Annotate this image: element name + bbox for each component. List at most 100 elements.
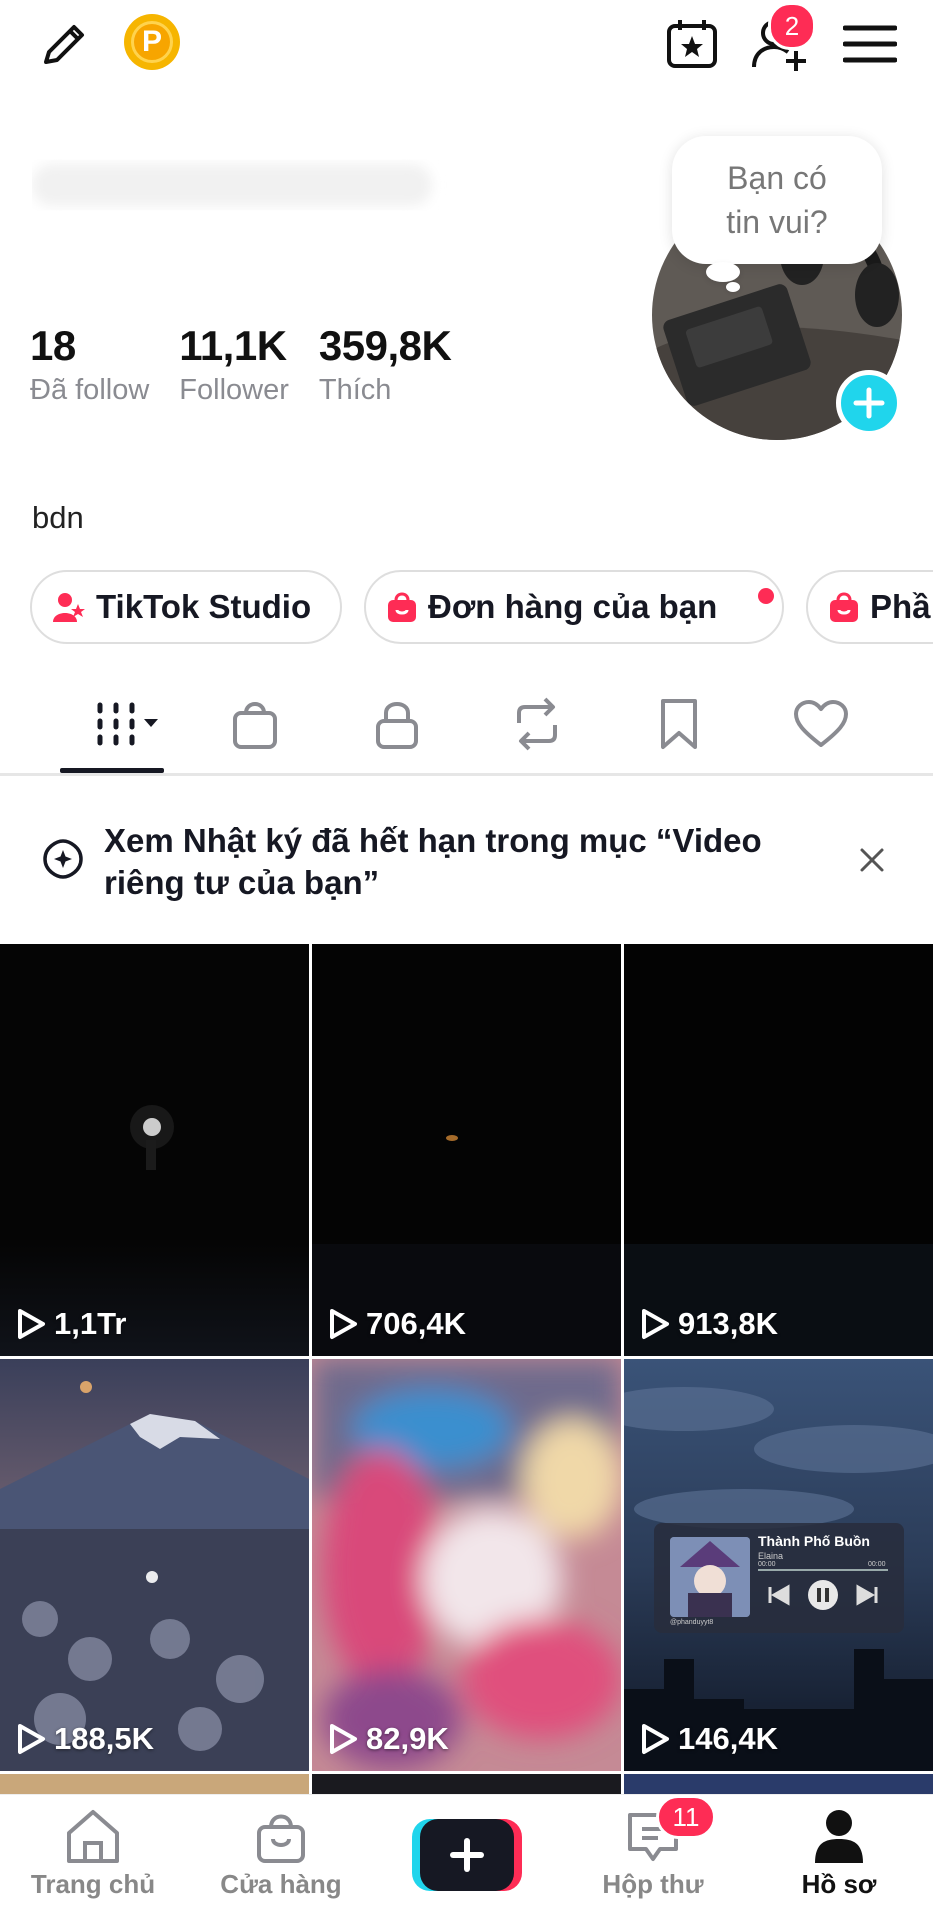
view-count: 188,5K bbox=[16, 1721, 154, 1757]
video-grid: 1,1Tr 706,4K 913,8K 188,5K 82,9K Thành P… bbox=[0, 944, 933, 1794]
stat-likes-label: Thích bbox=[318, 374, 392, 406]
friends-badge: 2 bbox=[768, 2, 816, 50]
nav-profile[interactable]: Hồ sơ bbox=[754, 1807, 924, 1900]
shop-bag-icon bbox=[233, 702, 277, 749]
video-tile[interactable]: 913,8K bbox=[624, 944, 933, 1356]
create-button[interactable] bbox=[412, 1819, 522, 1891]
view-count-text: 188,5K bbox=[54, 1721, 154, 1756]
close-icon[interactable] bbox=[852, 840, 892, 880]
stat-following[interactable]: 18 Đã follow bbox=[30, 322, 149, 407]
active-tab-underline bbox=[60, 768, 164, 773]
grid-bars-icon bbox=[97, 702, 158, 746]
stat-followers-value: 11,1K bbox=[179, 322, 287, 369]
edit-pencil-icon[interactable] bbox=[34, 14, 94, 74]
music-handle: @phanduyyt8 bbox=[670, 1619, 714, 1626]
chip-more[interactable]: Phầ bbox=[806, 570, 933, 644]
bubble-line2: tin vui? bbox=[726, 204, 828, 240]
video-tile[interactable]: 188,5K bbox=[0, 1359, 309, 1771]
nav-inbox-label: Hộp thư bbox=[602, 1869, 704, 1899]
heart-icon bbox=[794, 700, 848, 747]
video-tile[interactable]: Thành Phố Buồn Elaina 00:00 00:00 @phand… bbox=[624, 1359, 933, 1771]
chip-orders-label: Đơn hàng của bạn bbox=[428, 588, 718, 625]
view-count: 913,8K bbox=[640, 1306, 778, 1342]
stat-followers[interactable]: 11,1K Follower bbox=[179, 322, 289, 407]
shopping-bag-icon bbox=[830, 592, 858, 622]
menu-icon[interactable] bbox=[838, 14, 902, 74]
sparkle-icon bbox=[40, 836, 86, 882]
bio-text: bdn bbox=[32, 500, 84, 535]
profile-name-blurred bbox=[32, 150, 452, 220]
music-progress bbox=[758, 1569, 888, 1571]
status-bubble[interactable]: Bạn có tin vui? bbox=[672, 136, 882, 264]
tab-private[interactable] bbox=[362, 694, 432, 754]
coin-letter: P bbox=[131, 21, 173, 63]
home-icon bbox=[67, 1810, 119, 1863]
nav-shop-label: Cửa hàng bbox=[220, 1869, 342, 1899]
music-time-start: 00:00 bbox=[758, 1561, 776, 1568]
music-controls-icon bbox=[768, 1580, 878, 1610]
bubble-line1: Bạn có bbox=[727, 160, 827, 196]
play-icon bbox=[18, 1309, 45, 1339]
chip-tiktok-studio[interactable]: TikTok Studio bbox=[30, 570, 342, 644]
coin-icon[interactable]: P bbox=[124, 14, 180, 70]
chip-orders-dot bbox=[758, 588, 774, 604]
stat-likes[interactable]: 359,8K Thích bbox=[318, 322, 452, 407]
view-count-text: 1,1Tr bbox=[54, 1306, 127, 1341]
tab-liked[interactable] bbox=[786, 694, 856, 754]
video-tile[interactable]: 82,9K bbox=[312, 1359, 621, 1771]
view-count-text: 706,4K bbox=[366, 1306, 466, 1341]
nav-shop[interactable]: Cửa hàng bbox=[196, 1807, 366, 1900]
music-artist: Elaina bbox=[758, 1551, 784, 1561]
view-count-text: 82,9K bbox=[366, 1721, 449, 1756]
create-plus-icon bbox=[412, 1819, 522, 1891]
profile-stats: 18 Đã follow 11,1K Follower 359,8K Thích bbox=[30, 322, 452, 407]
stat-followers-label: Follower bbox=[179, 374, 289, 406]
tab-shop[interactable] bbox=[220, 694, 290, 754]
studio-icon bbox=[53, 593, 85, 622]
view-count: 1,1Tr bbox=[16, 1306, 126, 1342]
video-tile[interactable]: 706,4K bbox=[312, 944, 621, 1356]
repost-icon bbox=[517, 697, 557, 751]
video-tile[interactable] bbox=[0, 1774, 309, 1794]
calendar-star-icon[interactable] bbox=[660, 12, 724, 76]
inbox-badge: 11 bbox=[656, 1795, 716, 1839]
notice-text: Xem Nhật ký đã hết hạn trong mục “Video … bbox=[104, 822, 762, 901]
tab-videos[interactable] bbox=[70, 694, 170, 754]
stat-likes-value: 359,8K bbox=[318, 322, 452, 369]
view-count-text: 913,8K bbox=[678, 1306, 778, 1341]
play-icon bbox=[642, 1309, 669, 1339]
music-title: Thành Phố Buồn bbox=[758, 1533, 870, 1549]
view-count: 706,4K bbox=[328, 1306, 466, 1342]
view-count-text: 146,4K bbox=[678, 1721, 778, 1756]
bookmark-icon bbox=[661, 699, 697, 749]
video-tile[interactable] bbox=[624, 1774, 933, 1794]
shop-bag-icon bbox=[257, 1814, 305, 1863]
bottom-nav: Trang chủ Cửa hàng Hộp thư 11 Hồ sơ bbox=[0, 1794, 933, 1920]
tab-reposts[interactable] bbox=[502, 694, 572, 754]
nav-home[interactable]: Trang chủ bbox=[8, 1807, 178, 1900]
play-icon bbox=[330, 1724, 357, 1754]
chip-orders[interactable]: Đơn hàng của bạn bbox=[364, 570, 784, 644]
album-art bbox=[670, 1537, 750, 1617]
add-avatar-plus-icon[interactable] bbox=[836, 370, 902, 436]
nav-profile-label: Hồ sơ bbox=[801, 1869, 877, 1899]
play-icon bbox=[330, 1309, 357, 1339]
tab-favorites[interactable] bbox=[644, 694, 714, 754]
chip-tiktok-studio-label: TikTok Studio bbox=[96, 588, 312, 625]
nav-home-label: Trang chủ bbox=[30, 1869, 156, 1899]
play-icon bbox=[642, 1724, 669, 1754]
view-count: 82,9K bbox=[328, 1721, 449, 1757]
shopping-bag-icon bbox=[388, 592, 416, 622]
video-tile[interactable]: 1,1Tr bbox=[0, 944, 309, 1356]
stat-following-label: Đã follow bbox=[30, 374, 150, 406]
play-icon bbox=[18, 1724, 45, 1754]
bubble-tail-small bbox=[726, 282, 740, 292]
lock-icon bbox=[376, 702, 418, 749]
top-bar: P 2 bbox=[0, 0, 933, 90]
music-time-end: 00:00 bbox=[868, 1561, 886, 1568]
video-tile[interactable] bbox=[312, 1774, 621, 1794]
profile-person-icon bbox=[815, 1810, 863, 1863]
chip-more-label: Phầ bbox=[870, 588, 931, 625]
content-tabs bbox=[0, 680, 933, 776]
stat-following-value: 18 bbox=[30, 322, 76, 369]
